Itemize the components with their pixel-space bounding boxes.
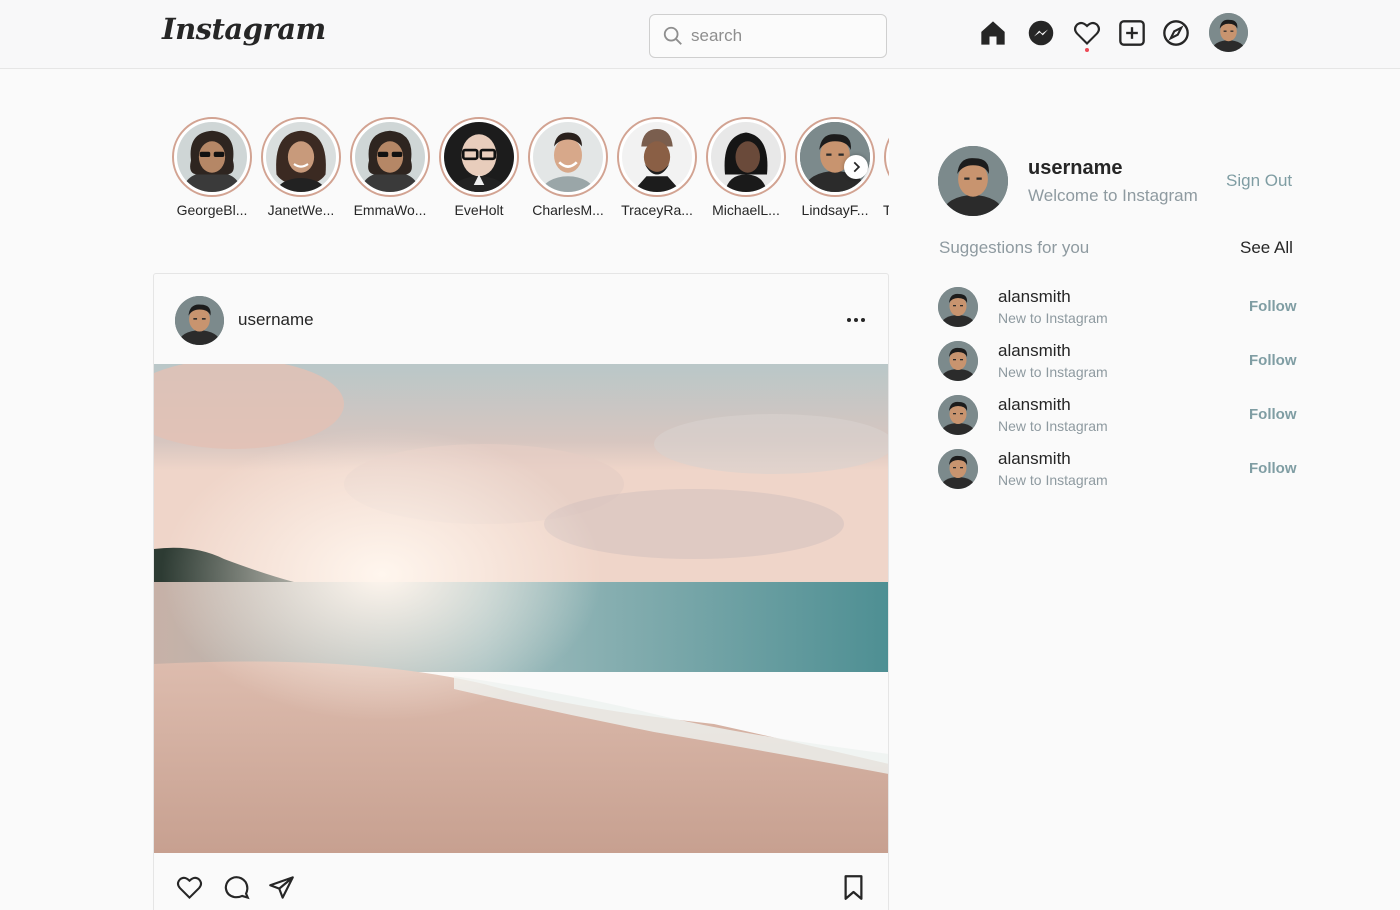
like-button[interactable] — [174, 872, 204, 902]
avatar — [355, 122, 425, 192]
home-button[interactable] — [978, 18, 1008, 48]
chevron-right-icon — [853, 161, 861, 173]
more-dot-icon — [854, 318, 858, 322]
story-username: T — [883, 202, 889, 218]
story-ring — [172, 117, 252, 197]
story-ring — [350, 117, 430, 197]
heart-icon — [176, 876, 202, 899]
search-box[interactable] — [649, 14, 887, 58]
sign-out-button[interactable]: Sign Out — [1226, 171, 1292, 191]
suggestion-item: alansmith New to Instagram Follow — [938, 341, 1298, 385]
top-nav-bar: Instagram — [0, 0, 1400, 69]
follow-button[interactable]: Follow — [1249, 352, 1297, 369]
suggestion-item: alansmith New to Instagram Follow — [938, 395, 1298, 439]
story-ring — [884, 117, 889, 197]
suggestion-item: alansmith New to Instagram Follow — [938, 449, 1298, 493]
avatar — [533, 122, 603, 192]
post-author-avatar[interactable] — [175, 296, 224, 345]
follow-button[interactable]: Follow — [1249, 406, 1297, 423]
post-action-bar — [154, 864, 888, 908]
avatar — [177, 122, 247, 192]
stories-next-button[interactable] — [844, 155, 868, 179]
story-ring — [706, 117, 786, 197]
instagram-logo[interactable]: Instagram — [162, 12, 326, 46]
story-username: LindsayF... — [801, 202, 869, 218]
suggestion-subtitle: New to Instagram — [998, 472, 1108, 488]
avatar — [266, 122, 336, 192]
messenger-icon — [1028, 20, 1054, 46]
more-dot-icon — [847, 318, 851, 322]
story-ring — [439, 117, 519, 197]
story-username: MichaelL... — [712, 202, 780, 218]
follow-button[interactable]: Follow — [1249, 298, 1297, 315]
story-item[interactable]: GeorgeBl... — [171, 117, 253, 218]
story-username: EveHolt — [454, 202, 504, 218]
story-item[interactable]: JanetWe... — [260, 117, 342, 218]
messenger-button[interactable] — [1026, 18, 1056, 48]
story-username: TraceyRa... — [621, 202, 693, 218]
story-ring — [261, 117, 341, 197]
story-item[interactable]: CharlesM... — [527, 117, 609, 218]
avatar[interactable] — [938, 287, 978, 327]
heart-icon — [1073, 21, 1101, 45]
avatar[interactable] — [938, 449, 978, 489]
more-dot-icon — [861, 318, 865, 322]
explore-icon — [1163, 20, 1189, 46]
story-item[interactable]: EveHolt — [438, 117, 520, 218]
avatar — [444, 122, 514, 192]
see-all-link[interactable]: See All — [1240, 238, 1293, 258]
explore-button[interactable] — [1161, 18, 1191, 48]
post-options-button[interactable] — [842, 307, 870, 333]
bookmark-icon — [844, 874, 862, 900]
sidebar-welcome-text: Welcome to Instagram — [1028, 186, 1198, 205]
profile-avatar[interactable] — [1209, 13, 1248, 52]
notification-dot — [1085, 48, 1089, 52]
suggestion-username[interactable]: alansmith — [998, 449, 1071, 469]
story-item[interactable]: MichaelL... — [705, 117, 787, 218]
avatar[interactable] — [938, 341, 978, 381]
comment-icon — [224, 875, 250, 899]
suggestion-subtitle: New to Instagram — [998, 364, 1108, 380]
save-button[interactable] — [838, 872, 868, 902]
sidebar-username[interactable]: username — [1028, 157, 1123, 180]
home-icon — [981, 21, 1005, 45]
suggestion-subtitle: New to Instagram — [998, 310, 1108, 326]
suggestion-username[interactable]: alansmith — [998, 287, 1071, 307]
suggestion-subtitle: New to Instagram — [998, 418, 1108, 434]
new-post-button[interactable] — [1117, 18, 1147, 48]
story-username: EmmaWo... — [353, 202, 427, 218]
avatar — [711, 122, 781, 192]
new-post-icon — [1119, 20, 1145, 46]
post-image[interactable] — [154, 364, 889, 853]
story-username: CharlesM... — [532, 202, 604, 218]
story-ring — [528, 117, 608, 197]
story-item[interactable]: T — [883, 117, 889, 218]
suggestion-username[interactable]: alansmith — [998, 395, 1071, 415]
activity-button[interactable] — [1072, 18, 1102, 52]
post-header: username — [154, 274, 888, 364]
post-author-username[interactable]: username — [238, 310, 314, 330]
suggestion-item: alansmith New to Instagram Follow — [938, 287, 1298, 331]
search-icon — [663, 26, 682, 45]
share-button[interactable] — [266, 872, 296, 902]
send-icon — [268, 875, 294, 899]
follow-button[interactable]: Follow — [1249, 460, 1297, 477]
suggestions-title: Suggestions for you — [939, 238, 1090, 257]
story-item[interactable]: EmmaWo... — [349, 117, 431, 218]
sidebar-profile-avatar[interactable] — [938, 146, 1008, 216]
stories-tray: GeorgeBl... JanetWe... EmmaWo... EveHolt… — [154, 100, 889, 248]
suggestion-username[interactable]: alansmith — [998, 341, 1071, 361]
comment-button[interactable] — [221, 872, 251, 902]
story-username: JanetWe... — [267, 202, 335, 218]
search-input[interactable] — [691, 26, 871, 46]
avatar — [622, 122, 692, 192]
avatar[interactable] — [938, 395, 978, 435]
story-ring — [617, 117, 697, 197]
feed-post: username — [153, 273, 889, 910]
story-item[interactable]: TraceyRa... — [616, 117, 698, 218]
story-username: GeorgeBl... — [176, 202, 248, 218]
